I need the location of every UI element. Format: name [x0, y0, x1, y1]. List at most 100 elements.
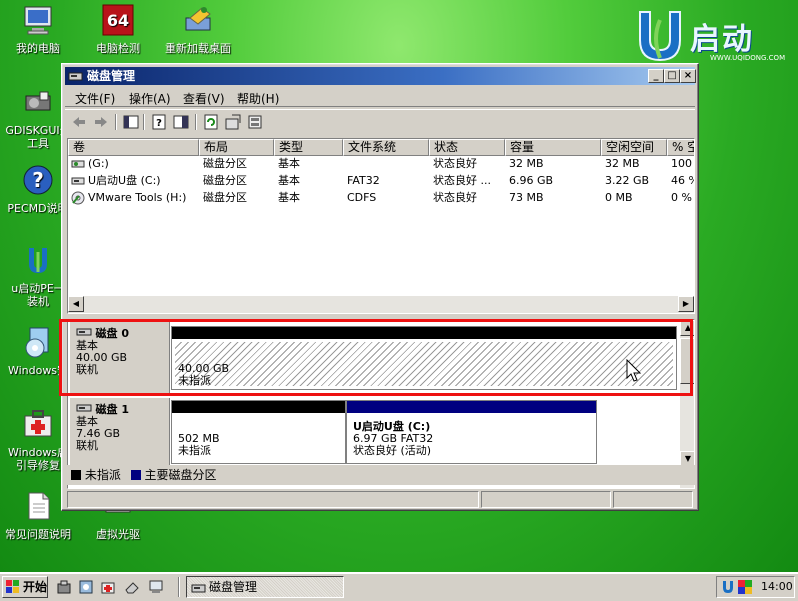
quicklaunch-settings-icon[interactable] [78, 579, 94, 595]
desktop-icon-label: 虚拟光驱 [96, 528, 140, 541]
logo-url: WWW.UQIDONG.COM [710, 54, 786, 62]
partition-bar [172, 327, 676, 339]
disk-0-partition-unallocated[interactable]: 40.00 GB 未指派 [171, 326, 677, 390]
taskbar-item-label: 磁盘管理 [209, 580, 258, 594]
desktop-icon-label: 重新加载桌面 [165, 42, 231, 55]
menu-bar: 文件(F) 操作(A) 查看(V) 帮助(H) [65, 87, 695, 107]
column-header-filesystem[interactable]: 文件系统 [343, 139, 429, 156]
toolbar: ? [65, 109, 695, 133]
column-header-status[interactable]: 状态 [429, 139, 505, 156]
cell-status: 状态良好 [433, 191, 477, 204]
check64-icon: 64 [102, 4, 134, 36]
column-header-capacity[interactable]: 容量 [505, 139, 601, 156]
volume-icon [71, 177, 85, 185]
disk-state: 联机 [76, 439, 98, 452]
column-header-free-space[interactable]: 空闲空间 [601, 139, 667, 156]
status-pane [67, 491, 479, 508]
minimize-button[interactable]: _ [648, 69, 664, 83]
cell-type: 基本 [278, 157, 300, 170]
cell-percent-free: 0 % [671, 191, 692, 204]
quicklaunch-repair-icon[interactable] [100, 579, 116, 595]
disk-graphical-view: 磁盘 0 基本 40.00 GB 联机 40.00 GB 未指派 磁盘 1 基本… [67, 319, 695, 489]
disk-1-partition-primary[interactable]: U启动U盘 (C:) 6.97 GB FAT32 状态良好 (活动) [346, 400, 597, 464]
cell-capacity: 32 MB [509, 157, 544, 170]
cell-filesystem: FAT32 [347, 174, 380, 187]
scroll-thumb[interactable] [680, 338, 694, 384]
scroll-up-button[interactable]: ▲ [680, 320, 694, 336]
reload-desktop-icon [185, 7, 211, 31]
quicklaunch-desktop-icon[interactable] [148, 579, 164, 595]
maximize-button[interactable]: □ [664, 69, 680, 83]
column-header-type[interactable]: 类型 [274, 139, 343, 156]
disk-1-label[interactable]: 磁盘 1 基本 7.46 GB 联机 [70, 398, 170, 468]
show-hide-tree-icon[interactable] [122, 113, 140, 131]
legend: 未指派 主要磁盘分区 [67, 465, 695, 485]
cell-status: 状态良好 [433, 157, 477, 170]
volume-list: 卷 布局 类型 文件系统 状态 容量 空闲空间 % 空 (G:) 磁盘分区 基本… [67, 138, 695, 314]
cell-free-space: 3.22 GB [605, 174, 650, 187]
taskbar: 开始 磁盘管理 14:00 [0, 572, 798, 601]
cell-capacity: 6.96 GB [509, 174, 554, 187]
tray-ustart-icon[interactable] [721, 580, 735, 594]
tray-display-icon[interactable] [738, 580, 752, 594]
brand-logo: 启动 WWW.UQIDONG.COM [632, 8, 792, 66]
start-button[interactable]: 开始 [2, 576, 48, 598]
desktop-icon-my-computer[interactable]: 我的电脑 [0, 4, 76, 55]
disk-0-label[interactable]: 磁盘 0 基本 40.00 GB 联机 [70, 322, 170, 396]
desktop-icon-label: 我的电脑 [16, 42, 60, 55]
menu-help[interactable]: 帮助(H) [237, 90, 279, 107]
back-icon[interactable] [70, 113, 88, 131]
toolbar-separator [195, 114, 197, 130]
cell-free-space: 32 MB [605, 157, 640, 170]
partition-status: 未指派 [178, 374, 211, 387]
logo-text: 启动 [690, 22, 754, 57]
partition-status: 状态良好 (活动) [353, 444, 432, 457]
desktop-icon-label: 常见问题说明 [5, 528, 71, 541]
refresh-icon[interactable] [202, 113, 220, 131]
scroll-left-button[interactable]: ◀ [68, 296, 84, 312]
partition-status: 未指派 [178, 444, 211, 457]
menu-action[interactable]: 操作(A) [129, 90, 171, 107]
clock[interactable]: 14:00 [761, 577, 793, 597]
forward-icon[interactable] [92, 113, 110, 131]
close-button[interactable]: × [680, 69, 696, 83]
vertical-scrollbar[interactable]: ▲ ▼ [680, 320, 694, 488]
desktop-icon-hardware-check[interactable]: 64 电脑检测 [80, 4, 156, 55]
computer-icon [24, 6, 52, 35]
disk-state: 联机 [76, 363, 98, 376]
cell-percent-free: 46 % [671, 174, 694, 187]
help-topics-icon[interactable] [172, 113, 190, 131]
column-header-volume[interactable]: 卷 [68, 139, 199, 156]
system-tray: 14:00 [716, 576, 795, 598]
rescan-icon[interactable] [224, 113, 242, 131]
export-icon[interactable] [246, 113, 264, 131]
quicklaunch-tool-icon[interactable] [56, 579, 72, 595]
cell-volume: (G:) [88, 157, 109, 170]
cell-volume: U启动U盘 (C:) [88, 174, 161, 187]
menu-file[interactable]: 文件(F) [75, 90, 115, 107]
toolbar-separator [143, 114, 145, 130]
disk-1-partition-unallocated[interactable]: 502 MB 未指派 [171, 400, 346, 464]
cell-volume: VMware Tools (H:) [88, 191, 187, 204]
partition-tool-icon [25, 91, 51, 111]
cell-filesystem: CDFS [347, 191, 377, 204]
legend-unallocated-label: 未指派 [84, 468, 121, 482]
horizontal-scrollbar[interactable]: ◀ ▶ [68, 296, 694, 313]
boot-repair-icon [24, 410, 52, 437]
unallocated-hatch [175, 342, 673, 386]
column-header-layout[interactable]: 布局 [199, 139, 274, 156]
menu-view[interactable]: 查看(V) [183, 90, 225, 107]
cell-capacity: 73 MB [509, 191, 544, 204]
quicklaunch-eraser-icon[interactable] [124, 579, 140, 595]
window-titlebar[interactable]: 磁盘管理 _ □ × [65, 67, 696, 85]
desktop-icon-reload-desktop[interactable]: 重新加载桌面 [160, 4, 236, 55]
legend-primary-label: 主要磁盘分区 [144, 468, 217, 482]
properties-icon[interactable]: ? [150, 113, 168, 131]
status-pane [613, 491, 693, 508]
partition-bar [347, 401, 596, 413]
taskbar-item-disk-management[interactable]: 磁盘管理 [186, 576, 344, 598]
column-header-percent-free[interactable]: % 空 [667, 139, 694, 156]
scroll-right-button[interactable]: ▶ [678, 296, 694, 312]
cell-status: 状态良好 ... [433, 174, 491, 187]
taskbar-separator [178, 577, 180, 597]
